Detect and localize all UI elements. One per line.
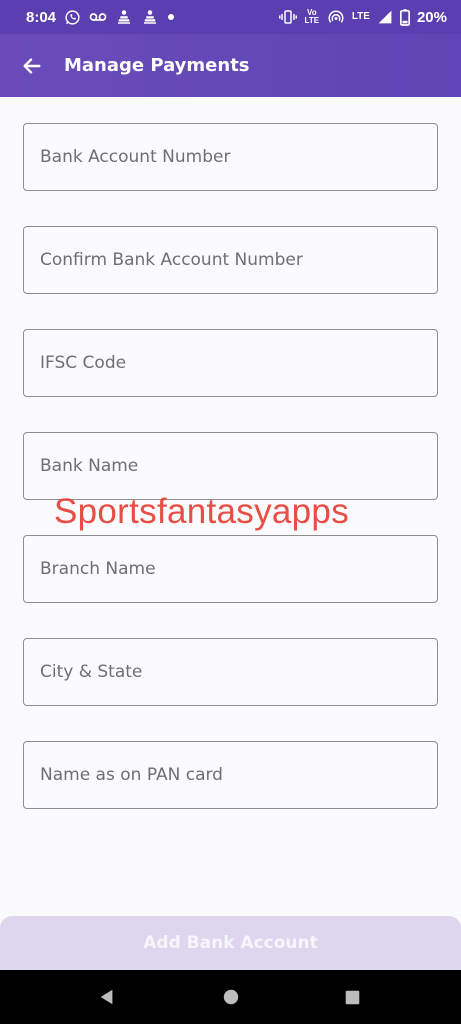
volte-icon: Vo LTE — [304, 8, 320, 25]
confirm-bank-account-number-input[interactable] — [24, 227, 437, 293]
app-icon — [115, 8, 133, 26]
battery-icon — [399, 8, 410, 26]
app-icon — [141, 8, 159, 26]
add-bank-account-button[interactable]: Add Bank Account — [0, 916, 461, 970]
hotspot-icon — [327, 9, 345, 25]
page-title: Manage Payments — [64, 55, 250, 76]
lte-label: LTE — [351, 11, 370, 22]
city-state-field[interactable] — [23, 638, 438, 706]
ifsc-code-input[interactable] — [24, 330, 437, 396]
arrow-left-icon — [23, 57, 41, 74]
home-circle-icon — [223, 989, 239, 1005]
recents-square-icon — [345, 990, 359, 1004]
pan-name-input[interactable] — [24, 742, 437, 808]
confirm-bank-account-number-field[interactable] — [23, 226, 438, 294]
app-bar: Manage Payments — [0, 34, 461, 97]
ifsc-code-field[interactable] — [23, 329, 438, 397]
bank-account-number-field[interactable] — [23, 123, 438, 191]
bank-account-number-input[interactable] — [24, 124, 437, 190]
add-bank-account-label: Add Bank Account — [143, 933, 318, 953]
battery-percent: 20% — [416, 8, 447, 26]
system-nav-bar — [0, 970, 461, 1024]
status-bar-left: 8:04 — [26, 8, 175, 26]
nav-recents-button[interactable] — [322, 970, 382, 1024]
signal-icon — [377, 9, 393, 25]
status-time: 8:04 — [26, 8, 57, 26]
pan-name-field[interactable] — [23, 741, 438, 809]
branch-name-field[interactable] — [23, 535, 438, 603]
branch-name-input[interactable] — [24, 536, 437, 602]
voicemail-icon — [89, 11, 107, 23]
dot-icon — [167, 13, 175, 21]
vibrate-icon — [278, 9, 297, 25]
status-bar: 8:04 Vo LTE LTE 20% — [0, 0, 461, 34]
bank-account-form — [23, 123, 438, 844]
nav-back-button[interactable] — [77, 970, 137, 1024]
city-state-input[interactable] — [24, 639, 437, 705]
status-bar-right: Vo LTE LTE 20% — [278, 8, 447, 26]
bank-name-input[interactable] — [24, 433, 437, 499]
back-button[interactable] — [20, 54, 44, 78]
bank-name-field[interactable] — [23, 432, 438, 500]
whatsapp-icon — [64, 9, 81, 26]
back-triangle-icon — [100, 989, 113, 1005]
nav-home-button[interactable] — [201, 970, 261, 1024]
